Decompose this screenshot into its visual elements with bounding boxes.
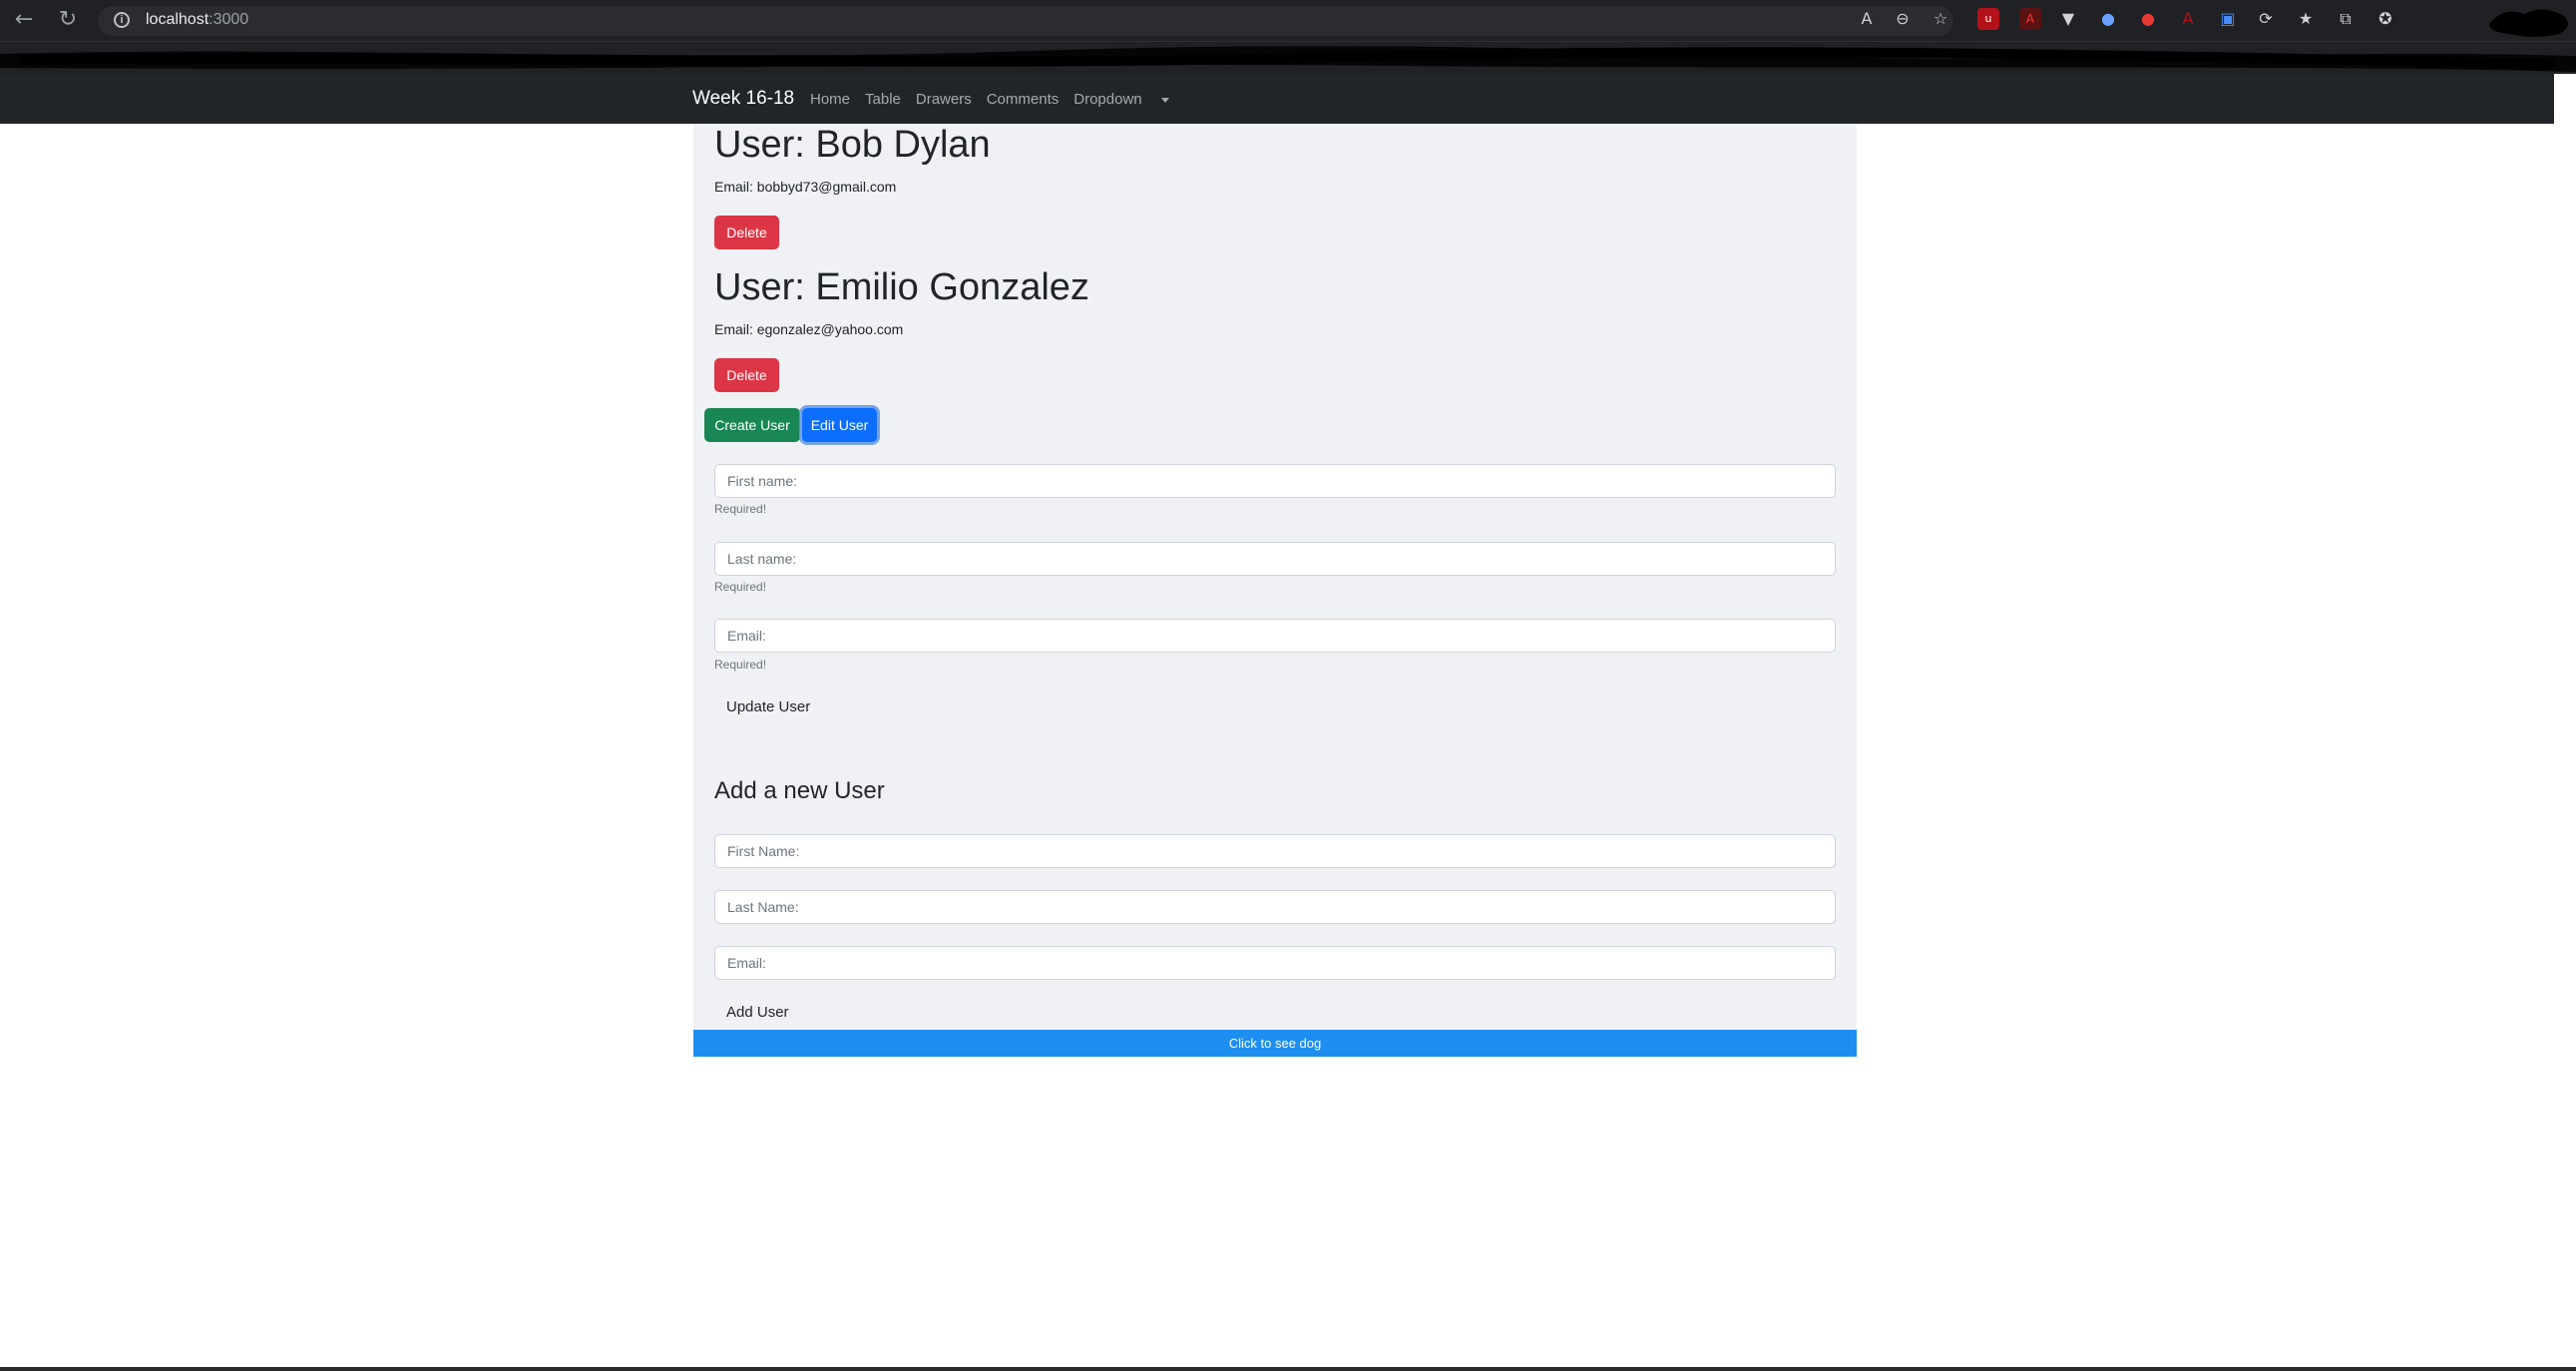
required-hint: Required! (714, 580, 767, 594)
add-email-input[interactable] (714, 946, 1836, 980)
edit-first-name-input[interactable] (714, 464, 1836, 498)
nav-link-drawers[interactable]: Drawers (916, 91, 972, 108)
translate-icon[interactable]: ▣ (2217, 8, 2239, 30)
required-hint: Required! (714, 502, 767, 516)
extension-red-icon[interactable]: ● (2137, 8, 2159, 30)
see-dog-button[interactable]: Click to see dog (693, 1030, 1857, 1057)
delete-user-button[interactable]: Delete (714, 216, 779, 249)
delete-user-button[interactable]: Delete (714, 358, 779, 392)
main-container: User: Bob Dylan Email: bobbyd73@gmail.co… (693, 124, 1857, 1057)
zoom-icon[interactable]: ⊖ (1892, 8, 1914, 30)
favorite-add-icon[interactable]: ☆ (1930, 8, 1951, 30)
add-last-name-input[interactable] (714, 890, 1836, 924)
taskbar-edge (0, 1367, 2576, 1371)
edit-email-input[interactable] (714, 619, 1836, 653)
reload-icon[interactable]: ↻ (56, 8, 80, 32)
browser-toolbar: ← ↻ i localhost:3000 A ⊖ ☆ u A ▼ ● ● A ▣… (0, 0, 2576, 42)
create-user-button[interactable]: Create User (704, 408, 800, 442)
top-navbar: Week 16-18 Home Table Drawers Comments D… (0, 74, 2554, 124)
nav-link-table[interactable]: Table (865, 91, 901, 108)
url-text: localhost:3000 (146, 11, 249, 28)
add-user-title: Add a new User (714, 777, 885, 804)
add-user-button[interactable]: Add User (714, 997, 801, 1027)
edit-last-name-input[interactable] (714, 542, 1836, 576)
read-aloud-icon[interactable]: A (1856, 8, 1878, 30)
required-hint: Required! (714, 658, 767, 672)
navbar-brand[interactable]: Week 16-18 (692, 88, 794, 110)
nav-link-comments[interactable]: Comments (987, 91, 1060, 108)
extensions-icon[interactable]: ✪ (2374, 8, 2396, 30)
user-email: Email: egonzalez@yahoo.com (714, 321, 904, 337)
extension-globe-icon[interactable]: ● (2097, 8, 2119, 30)
site-info-icon[interactable]: i (114, 12, 130, 28)
user-email: Email: bobbyd73@gmail.com (714, 179, 897, 195)
refresh-extension-icon[interactable]: ⟳ (2255, 8, 2277, 30)
update-user-button[interactable]: Update User (714, 691, 822, 721)
caret-down-icon (1160, 97, 1169, 103)
edit-user-button[interactable]: Edit User (802, 408, 877, 442)
nav-dropdown-label: Dropdown (1073, 91, 1142, 108)
nav-link-home[interactable]: Home (810, 91, 850, 108)
user-heading: User: Emilio Gonzalez (714, 266, 1089, 308)
vue-devtools-icon[interactable]: ▼ (2057, 8, 2079, 30)
user-heading: User: Bob Dylan (714, 124, 991, 166)
profile-avatar-icon[interactable] (2484, 4, 2576, 38)
nav-dropdown[interactable]: Dropdown (1073, 91, 1169, 108)
favorites-icon[interactable]: ★ (2295, 8, 2317, 30)
add-first-name-input[interactable] (714, 834, 1836, 868)
ublock-icon[interactable]: u (1977, 8, 1999, 30)
extension-icon[interactable]: A (2019, 8, 2041, 30)
collections-icon[interactable]: ⧉ (2335, 8, 2357, 30)
address-bar[interactable]: i localhost:3000 (98, 6, 1953, 36)
redaction-scribble (0, 46, 2576, 72)
navbar-links: Home Table Drawers Comments Dropdown (810, 91, 1184, 108)
back-icon[interactable]: ← (12, 8, 36, 32)
extension-dark-icon[interactable]: A (2177, 8, 2199, 30)
